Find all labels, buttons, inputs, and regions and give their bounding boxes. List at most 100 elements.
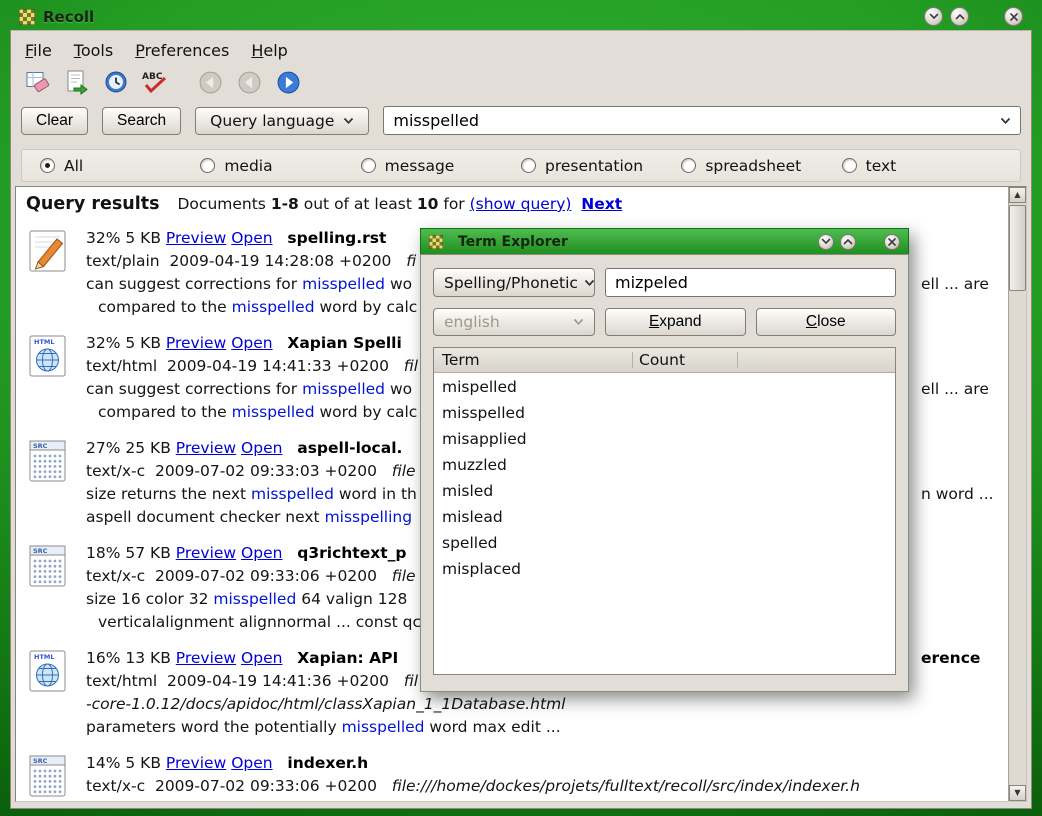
text-segment: text/x-c 2009-07-02 09:33:06 +0200 [86,777,392,795]
menu-preferences[interactable]: Preferences [135,41,229,60]
term-row[interactable]: mislead [434,504,895,530]
maximize-button[interactable] [840,234,856,250]
text-segment: word in th [334,485,417,503]
scrollbar-down-button[interactable]: ▼ [1009,785,1026,801]
text-segment: can suggest corrections for [86,380,302,398]
text-segment: 16% 13 KB [86,649,176,667]
close-button[interactable] [1004,7,1023,26]
text-segment: compared to the [98,298,232,316]
scrollbar-up-button[interactable]: ▲ [1009,187,1026,203]
text-segment: compared to the [98,403,232,421]
text-segment: n word ... [921,485,994,503]
titlebar-buttons [924,7,1023,26]
result-link[interactable]: Preview [166,754,226,772]
filter-text[interactable]: text [842,157,1002,175]
term-cell: misapplied [442,430,527,448]
minimize-button[interactable] [924,7,943,26]
term-cell: muzzled [442,456,507,474]
term-table-header[interactable]: Term Count [434,348,895,373]
term-cell: mispelled [442,378,517,396]
menu-tools[interactable]: Tools [74,41,113,60]
result-link[interactable]: Preview [176,439,236,457]
result-link[interactable]: Preview [176,544,236,562]
previous-page-button[interactable] [234,67,264,97]
document-export-button[interactable] [62,67,92,97]
result-link[interactable]: Open [231,229,272,247]
text-segment: file [392,462,416,480]
result-link[interactable]: Open [241,439,282,457]
term-table: Term Count mispelled misspelled misapplied… [433,347,896,675]
term-row[interactable]: muzzled [434,452,895,478]
doc-history-button[interactable] [101,67,131,97]
expansion-mode-value: Spelling/Phonetic [444,274,578,292]
result-link[interactable]: Next [581,195,622,213]
clear-button[interactable]: Clear [21,107,88,135]
term-explorer-button[interactable]: ABC [140,67,170,97]
search-row: Clear Search Query language [11,102,1031,141]
radio-icon [40,158,55,173]
radio-label: presentation [545,157,643,175]
src-file-icon: SRC [26,437,86,529]
menu-file[interactable]: File [25,41,52,60]
chevron-down-icon[interactable] [1000,117,1011,125]
result-link[interactable]: Open [241,544,282,562]
scrollbar-thumb[interactable] [1009,205,1026,291]
clear-search-button[interactable] [23,67,53,97]
term-input[interactable] [605,268,896,297]
radio-icon [842,158,857,173]
language-value: english [444,313,500,331]
filter-spreadsheet[interactable]: spreadsheet [681,157,841,175]
maximize-button[interactable] [950,7,969,26]
expand-button[interactable]: Expand [605,308,746,336]
filter-message[interactable]: message [361,157,521,175]
text-segment: misspelled [302,275,385,293]
term-row[interactable]: misapplied [434,426,895,452]
result-line: text/x-c 2009-07-02 09:33:06 +0200 file:… [86,775,1007,798]
close-button[interactable]: Close [756,308,897,336]
menu-help[interactable]: Help [251,41,287,60]
language-combo[interactable]: english [433,308,595,336]
svg-text:HTML: HTML [34,338,54,346]
term-row[interactable]: misspelled [434,400,895,426]
result-link[interactable]: Open [241,649,282,667]
query-combobox[interactable] [383,106,1021,135]
term-row[interactable]: mispelled [434,374,895,400]
column-divider[interactable] [737,352,738,368]
chevron-down-icon [573,318,584,326]
result-link[interactable]: (show query) [470,195,572,213]
text-segment: fi [406,252,416,270]
column-divider[interactable] [632,352,633,368]
term-row[interactable]: misplaced [434,556,895,582]
text-segment: misspelled [251,485,334,503]
result-link[interactable]: Preview [166,229,226,247]
text-segment [273,334,288,352]
src-file-icon: SRC [26,752,86,801]
text-segment: misspelled [302,380,385,398]
dialog-titlebar[interactable]: Term Explorer [420,228,909,254]
term-column-header[interactable]: Term [434,351,480,369]
query-input[interactable] [393,111,1000,130]
next-page-button[interactable] [273,67,303,97]
expansion-mode-combo[interactable]: Spelling/Phonetic [433,268,595,297]
text-segment: verticalalignment alignnormal ... const … [98,613,421,631]
filter-presentation[interactable]: presentation [521,157,681,175]
window-titlebar[interactable]: Recoll [10,3,1032,30]
term-row[interactable]: misled [434,478,895,504]
text-segment: aspell-local. [297,439,402,457]
text-segment: text/html 2009-04-19 14:41:33 +0200 [86,357,404,375]
result-link[interactable]: Open [231,334,272,352]
first-page-button[interactable] [195,67,225,97]
filter-media[interactable]: media [200,157,360,175]
minimize-button[interactable] [818,234,834,250]
term-row[interactable]: spelled [434,530,895,556]
html-file-icon: HTML [26,332,86,424]
result-link[interactable]: Preview [176,649,236,667]
result-link[interactable]: Preview [166,334,226,352]
search-button[interactable]: Search [102,107,181,135]
result-link[interactable]: Open [231,754,272,772]
filter-all[interactable]: All [40,157,200,175]
count-column-header[interactable]: Count [639,348,685,372]
results-scrollbar[interactable]: ▲ ▼ [1008,187,1026,801]
close-button[interactable] [884,234,900,250]
query-language-combo[interactable]: Query language [195,107,369,135]
